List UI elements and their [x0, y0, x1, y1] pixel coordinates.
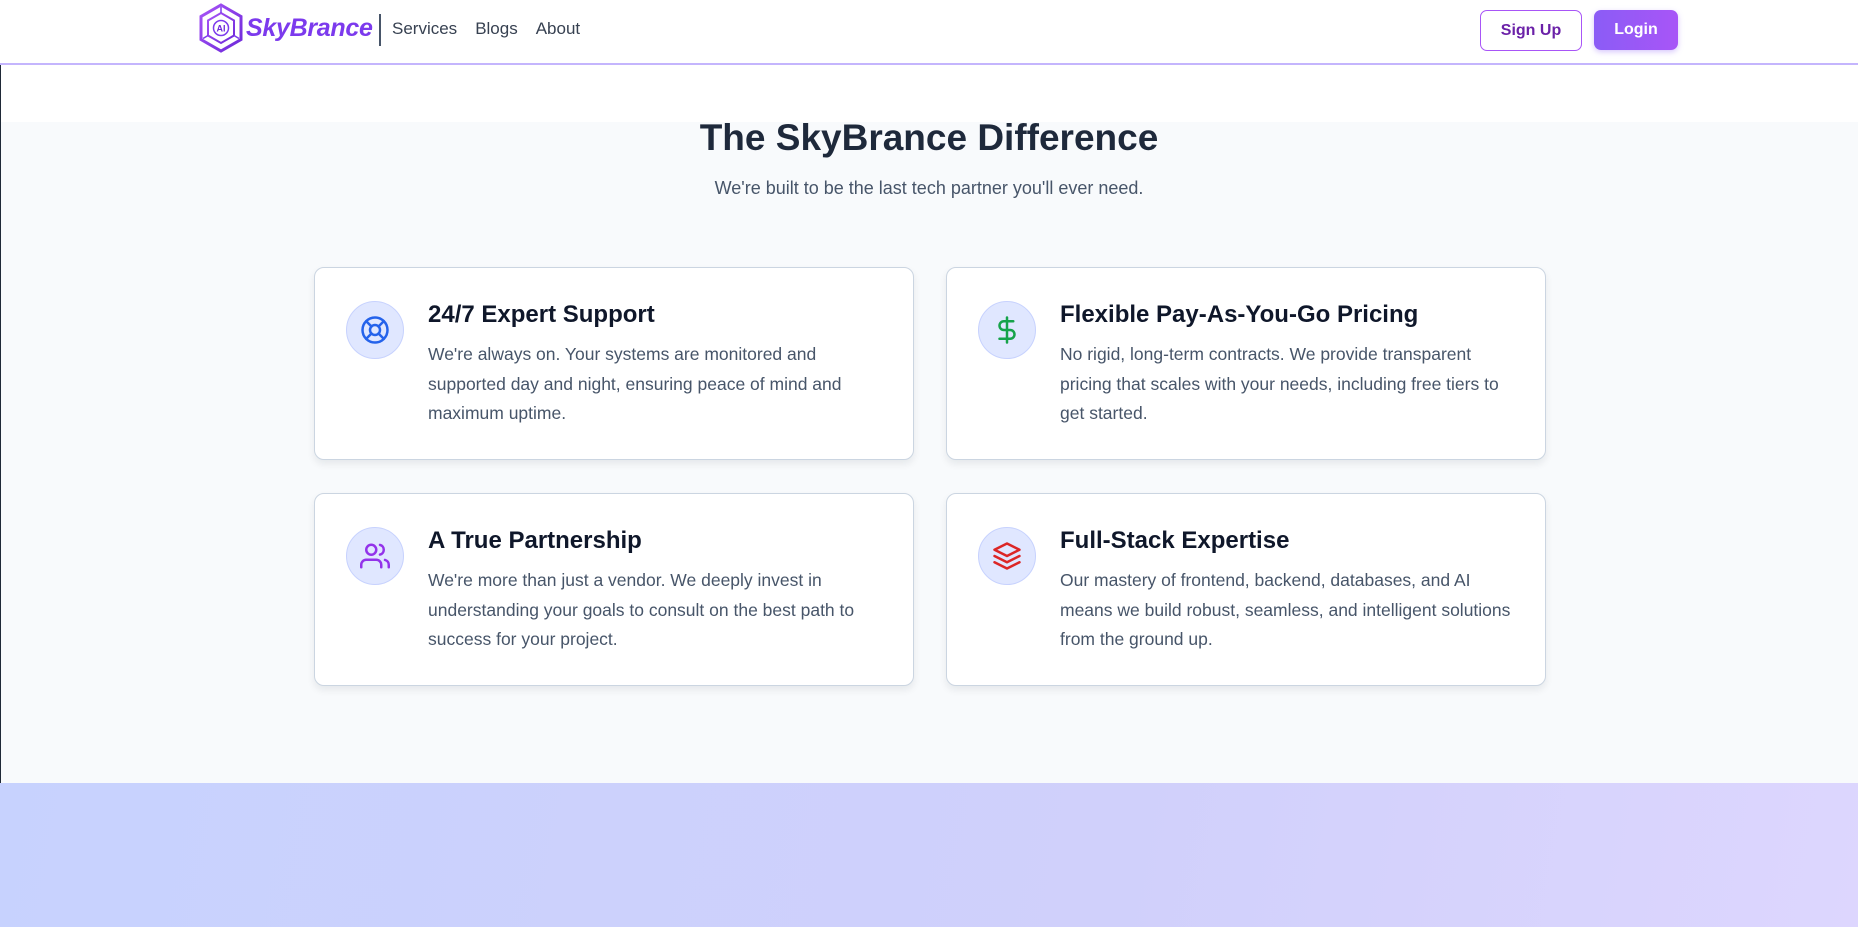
layers-icon	[978, 527, 1036, 585]
card-title: Flexible Pay-As-You-Go Pricing	[1060, 301, 1419, 328]
card-title: 24/7 Expert Support	[428, 301, 655, 328]
difference-section	[1, 122, 1858, 783]
section-subtitle: We're built to be the last tech partner …	[714, 178, 1144, 198]
feature-card-support: 24/7 Expert Support We're always on. You…	[314, 267, 914, 460]
sign-up-button[interactable]: Sign Up	[1480, 10, 1582, 51]
card-description: We're always on. Your systems are monito…	[428, 344, 842, 423]
card-description: We're more than just a vendor. We deeply…	[428, 570, 855, 649]
top-navbar: AI SkyBrance Services Blogs About Sign U…	[0, 0, 1858, 65]
hexagon-ai-logo-icon: AI	[199, 3, 243, 53]
card-title: A True Partnership	[428, 527, 642, 554]
card-title: Full-Stack Expertise	[1060, 527, 1290, 554]
lifebuoy-icon	[346, 301, 404, 359]
nav-link-about[interactable]: About	[536, 19, 580, 39]
feature-card-partnership: A True Partnership We're more than just …	[314, 493, 914, 686]
login-button[interactable]: Login	[1594, 10, 1678, 50]
nav-link-services[interactable]: Services	[392, 19, 457, 39]
brand-name: SkyBrance	[246, 13, 373, 42]
dollar-icon	[978, 301, 1036, 359]
card-description: Our mastery of frontend, backend, databa…	[1060, 570, 1511, 649]
brand-divider	[379, 14, 381, 46]
next-section-background	[0, 783, 1858, 927]
nav-link-blogs[interactable]: Blogs	[475, 19, 518, 39]
brand-logo-link[interactable]: AI SkyBrance	[198, 3, 373, 53]
users-icon	[346, 527, 404, 585]
logo-mark-text: AI	[217, 24, 226, 34]
feature-card-fullstack: Full-Stack Expertise Our mastery of fron…	[946, 493, 1546, 686]
section-title: The SkyBrance Difference	[699, 117, 1159, 158]
feature-card-pricing: Flexible Pay-As-You-Go Pricing No rigid,…	[946, 267, 1546, 460]
main-nav: Services Blogs About	[392, 19, 580, 39]
card-description: No rigid, long-term contracts. We provid…	[1060, 344, 1499, 423]
